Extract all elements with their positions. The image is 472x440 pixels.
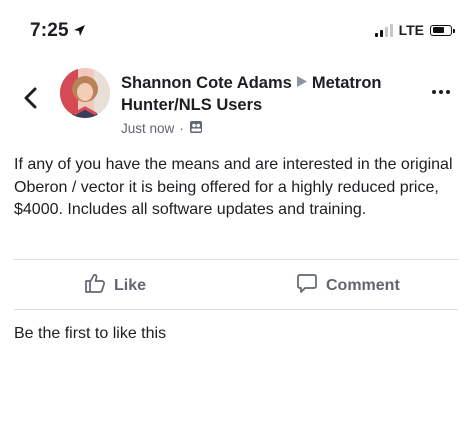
thumbs-up-icon (84, 272, 106, 299)
meta-separator: · (179, 121, 184, 136)
comment-icon (296, 272, 318, 299)
comment-button[interactable]: Comment (296, 272, 400, 299)
status-indicators: LTE (374, 22, 455, 38)
author-line: Shannon Cote Adams Metatron Hunter/NLS Us… (121, 71, 421, 116)
time-text: 7:25 (30, 20, 69, 41)
post-timestamp[interactable]: Just now (121, 121, 174, 136)
chevron-left-icon (24, 87, 37, 109)
like-button[interactable]: Like (84, 272, 146, 299)
avatar[interactable] (60, 68, 110, 118)
back-button[interactable] (18, 82, 42, 114)
group-arrow-icon (296, 71, 307, 93)
post-header: Shannon Cote Adams Metatron Hunter/NLS Us… (0, 62, 472, 142)
post-header-text: Shannon Cote Adams Metatron Hunter/NLS Us… (121, 71, 421, 137)
divider-top (14, 259, 458, 260)
network-type: LTE (398, 22, 424, 38)
likes-summary: Be the first to like this (14, 325, 167, 342)
author-name[interactable]: Shannon Cote Adams (121, 74, 292, 92)
status-time: 7:25 (30, 20, 86, 43)
post-body: If any of you have the means and are int… (14, 156, 453, 218)
group-audience-icon (189, 120, 203, 137)
signal-strength-icon (374, 23, 393, 37)
more-options-icon[interactable] (432, 90, 450, 94)
post-meta: Just now · (121, 120, 421, 137)
status-bar: 7:25 LTE (0, 0, 472, 58)
divider-bottom (14, 309, 458, 310)
comment-label: Comment (326, 276, 400, 294)
post-actions: Like Comment (0, 262, 472, 308)
battery-icon (430, 24, 455, 36)
location-arrow-icon (73, 21, 86, 43)
like-label: Like (114, 276, 147, 294)
